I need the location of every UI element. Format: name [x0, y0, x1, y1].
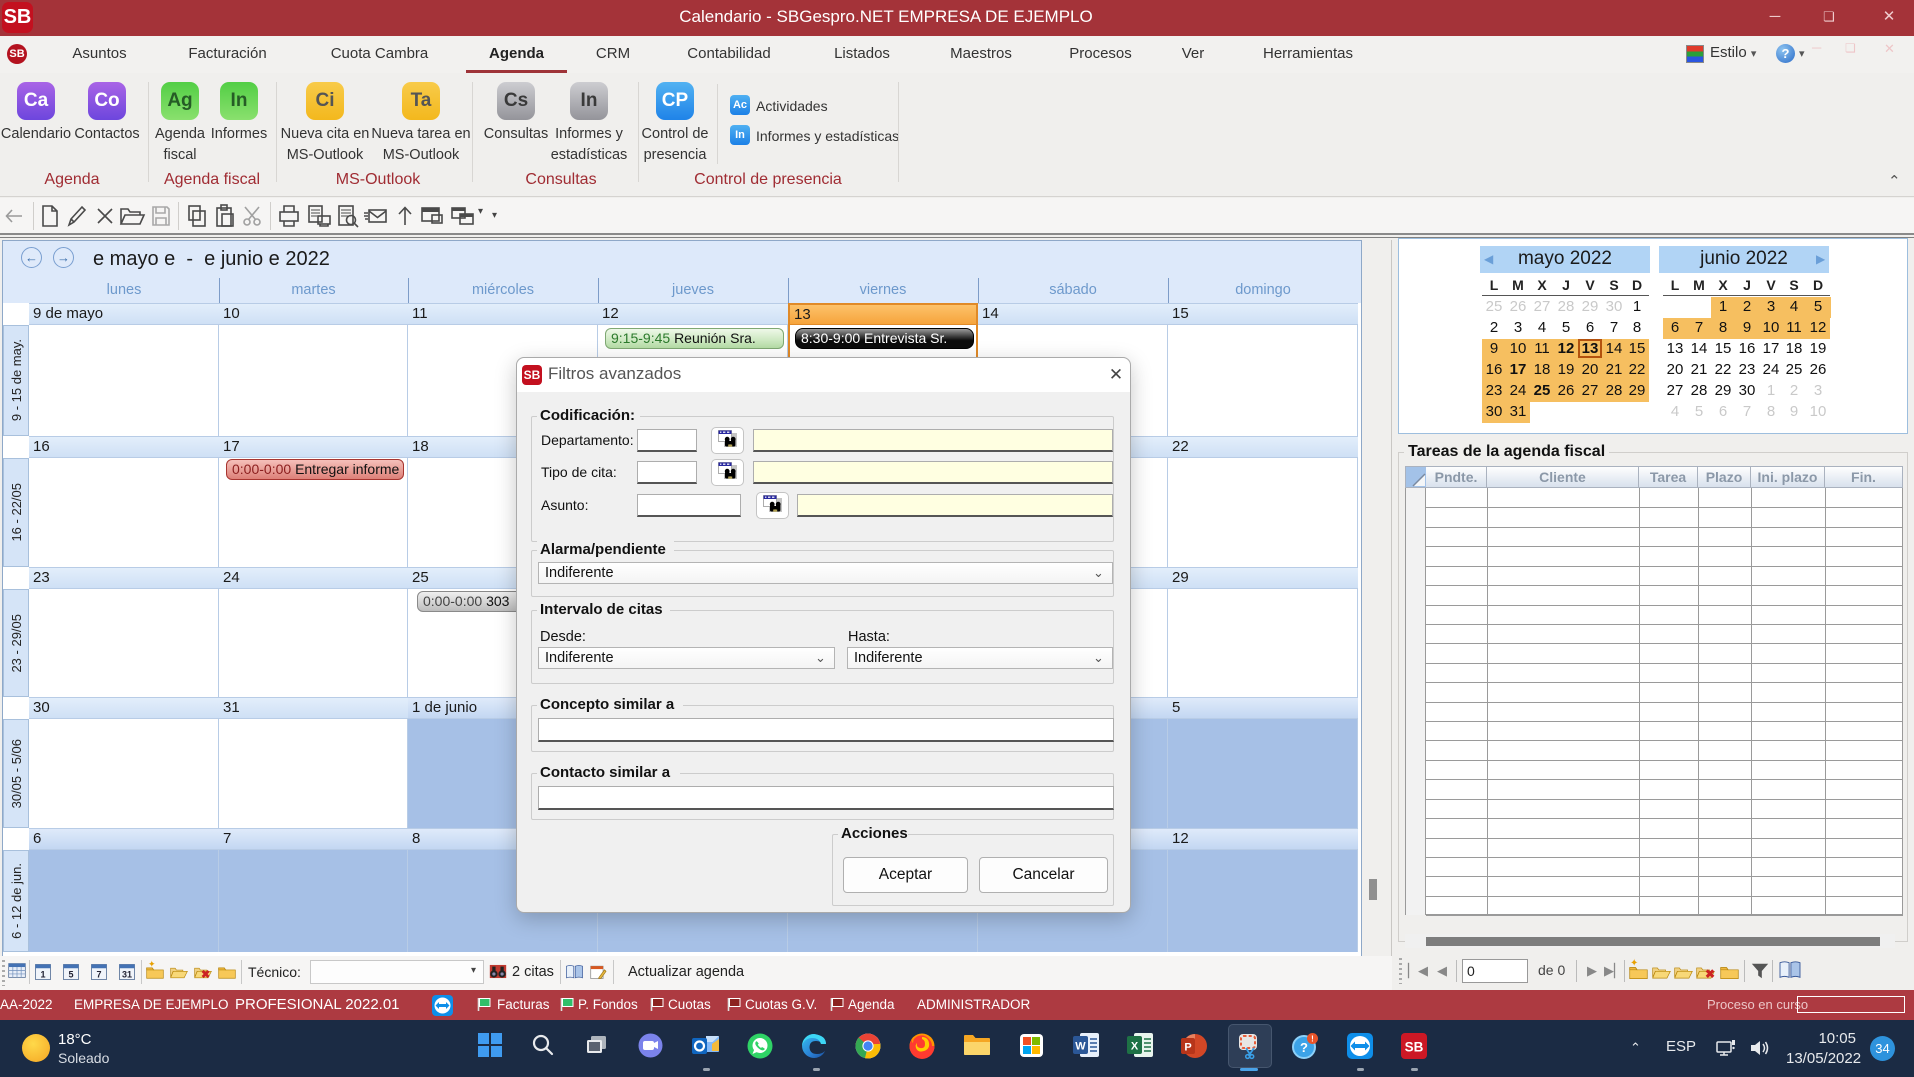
- svg-text:5: 5: [68, 969, 73, 979]
- svg-text:!: !: [1311, 1035, 1314, 1044]
- svg-text:X: X: [1131, 1041, 1139, 1053]
- svg-text:?: ?: [1300, 1040, 1308, 1055]
- svg-text:7: 7: [96, 969, 101, 979]
- svg-text:SB: SB: [1405, 1040, 1424, 1055]
- svg-text:31: 31: [122, 969, 132, 979]
- svg-text:W: W: [1075, 1041, 1086, 1053]
- svg-text:P: P: [1184, 1042, 1191, 1054]
- svg-text:1: 1: [40, 969, 45, 979]
